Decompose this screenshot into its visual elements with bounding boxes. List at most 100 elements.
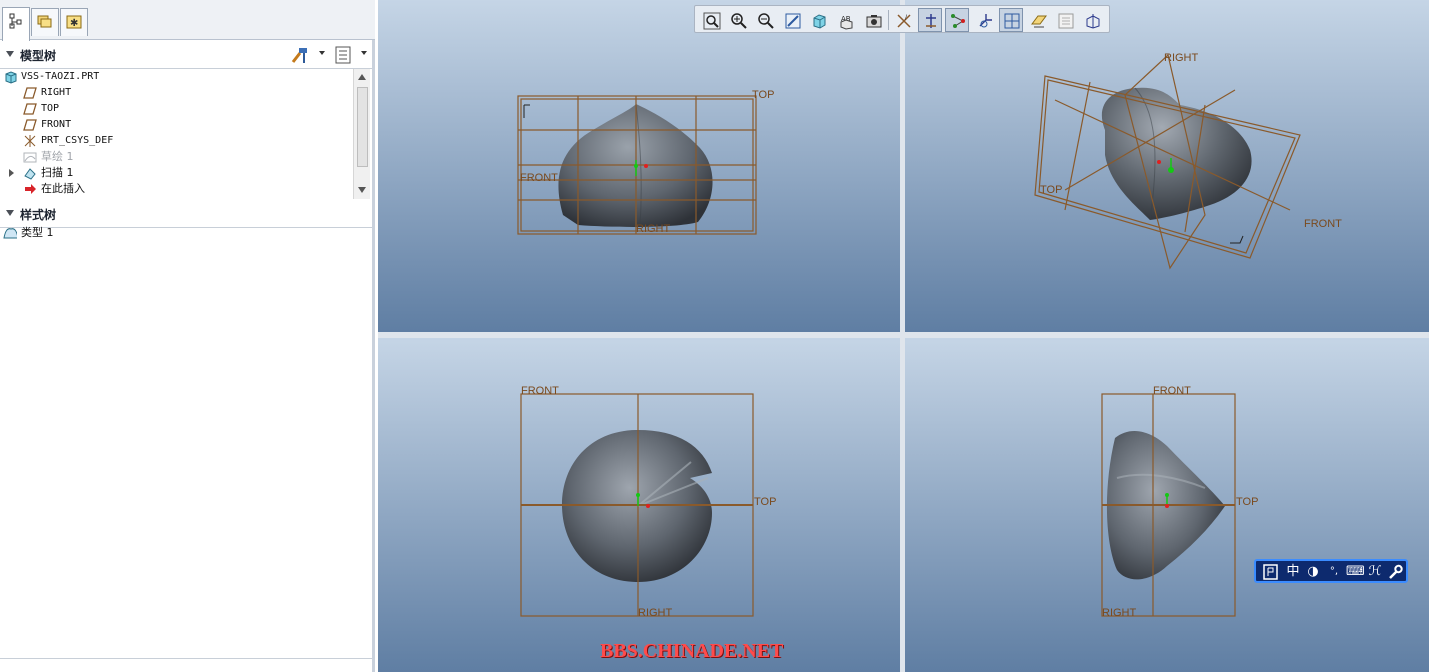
folders-icon <box>37 15 52 28</box>
orientation-axes-icon <box>523 104 530 118</box>
panel-divider <box>0 658 372 659</box>
datum-label-right: RIGHT <box>1102 607 1137 619</box>
viewport-top[interactable]: FRONT TOP RIGHT <box>378 338 900 672</box>
ime-language-toggle[interactable]: 中 <box>1284 563 1302 581</box>
expand-arrow-icon[interactable] <box>9 169 14 177</box>
navigator-tabs: ✱ <box>0 0 375 41</box>
model-tree-scrollbar[interactable] <box>353 69 370 199</box>
datum-planes-button[interactable]: / <box>891 8 915 32</box>
datum-label-front: FRONT <box>1153 385 1191 397</box>
datum-planes-display-icon: / <box>897 14 911 28</box>
datum-plane-icon <box>23 87 37 99</box>
orientation-axes-icon <box>1230 235 1244 244</box>
datum-label-front: FRONT <box>1304 218 1342 230</box>
style-tree-header[interactable]: 样式树 <box>0 200 372 228</box>
tree-item-insert-here[interactable]: 在此插入 <box>0 181 353 197</box>
svg-text:✱: ✱ <box>70 18 78 29</box>
layers-button[interactable] <box>1053 8 1077 32</box>
collapse-triangle-icon[interactable] <box>6 210 14 216</box>
datum-points-display-icon <box>951 14 965 28</box>
tree-item-front-plane[interactable]: FRONT <box>0 117 353 133</box>
datum-axes-button[interactable] <box>918 8 942 32</box>
sketch-icon <box>23 152 37 163</box>
datum-label-right: RIGHT <box>638 607 673 619</box>
show-options-icon[interactable] <box>335 45 353 65</box>
scroll-down-arrow-icon[interactable] <box>358 187 366 193</box>
peach-model-isometric <box>1101 87 1252 220</box>
repaint-button[interactable] <box>780 8 804 32</box>
saved-views-button[interactable]: AB <box>834 8 858 32</box>
spin-center-button[interactable] <box>999 8 1023 32</box>
datum-label-top: TOP <box>1236 496 1258 508</box>
style-tree-title: 样式树 <box>20 208 57 222</box>
datum-label-top: TOP <box>1040 184 1062 196</box>
display-style-button[interactable] <box>807 8 831 32</box>
tree-item-sweep[interactable]: 扫描 1 <box>0 165 353 181</box>
ime-punctuation-icon[interactable]: °, <box>1324 563 1344 581</box>
datum-plane-icon <box>23 103 37 115</box>
refit-button[interactable] <box>699 8 723 32</box>
model-tree-tab[interactable] <box>2 7 30 41</box>
view-manager-button[interactable] <box>861 8 885 32</box>
tree-item-part[interactable]: VSS-TAOZI.PRT <box>0 69 353 85</box>
folder-browser-tab[interactable] <box>31 8 59 36</box>
datum-planes-top <box>520 393 754 617</box>
collapse-triangle-icon[interactable] <box>6 51 14 57</box>
shaded-cube-icon <box>813 14 826 29</box>
csys-display-button[interactable] <box>972 8 996 32</box>
tree-structure-icon <box>9 13 22 29</box>
annotation-display-icon <box>1031 15 1047 28</box>
zoom-out-button[interactable] <box>753 8 777 32</box>
refit-icon <box>703 12 721 30</box>
csys-icon <box>24 135 36 147</box>
viewport-right[interactable]: FRONT TOP RIGHT <box>905 338 1429 672</box>
perspective-icon <box>1086 14 1100 29</box>
style-tree-item[interactable]: 类型 1 <box>0 225 353 241</box>
datum-points-button[interactable] <box>945 8 969 32</box>
model-tree-header[interactable]: 模型树 <box>0 41 372 69</box>
ime-skin-icon[interactable]: ℋ <box>1366 563 1384 581</box>
ime-settings-wrench-icon[interactable] <box>1386 563 1404 581</box>
favorites-icon: ✱ <box>66 15 82 29</box>
tree-item-right-plane[interactable]: RIGHT <box>0 85 353 101</box>
datum-label-top: TOP <box>754 496 776 508</box>
zoom-out-icon <box>758 13 774 29</box>
zoom-in-icon <box>731 13 747 29</box>
settings-dropdown-icon[interactable] <box>319 51 325 55</box>
repaint-icon <box>785 13 801 29</box>
datum-label-top: TOP <box>752 89 774 101</box>
view-manager-icon <box>866 15 882 28</box>
part-icon <box>5 71 17 84</box>
settings-tools-icon[interactable] <box>290 45 312 65</box>
ime-logo-icon[interactable] <box>1262 563 1280 581</box>
scroll-thumb[interactable] <box>357 87 368 167</box>
viewport-front[interactable]: TOP FRONT RIGHT <box>378 0 900 332</box>
saved-views-icon: AB <box>840 15 853 30</box>
spin-center-icon <box>1004 13 1020 29</box>
ime-keyboard-icon[interactable]: ⌨ <box>1346 563 1365 581</box>
insert-here-arrow-icon <box>25 184 36 194</box>
perspective-button[interactable] <box>1080 8 1104 32</box>
layers-icon <box>1058 13 1074 29</box>
tree-item-sketch[interactable]: 草绘 1 <box>0 149 353 165</box>
tree-item-csys[interactable]: PRT_CSYS_DEF <box>0 133 353 149</box>
viewport-isometric[interactable]: RIGHT TOP FRONT <box>905 0 1429 332</box>
ime-fullwidth-icon[interactable]: ◑ <box>1304 563 1322 581</box>
sweep-icon <box>24 168 36 180</box>
front-view-scene: TOP FRONT RIGHT <box>517 89 774 235</box>
datum-label-right: RIGHT <box>1164 52 1199 64</box>
view-toolbar: AB / <box>694 5 1110 33</box>
scroll-up-arrow-icon[interactable] <box>358 74 366 80</box>
favorites-tab[interactable]: ✱ <box>60 8 88 36</box>
navigator-panel: ✱ 模型树 VSS-TAOZI.PRT RIGHT TOP FRONT PRT_… <box>0 0 375 672</box>
csys-display-icon <box>979 14 992 28</box>
right-view-scene: FRONT TOP RIGHT <box>1101 385 1258 619</box>
datum-label-front: FRONT <box>521 385 559 397</box>
top-view-scene: FRONT TOP RIGHT <box>520 385 776 619</box>
show-dropdown-icon[interactable] <box>361 51 367 55</box>
model-tree-title: 模型树 <box>20 49 57 63</box>
zoom-in-button[interactable] <box>726 8 750 32</box>
annotation-display-button[interactable] <box>1026 8 1050 32</box>
tree-item-top-plane[interactable]: TOP <box>0 101 353 117</box>
model-tree: VSS-TAOZI.PRT RIGHT TOP FRONT PRT_CSYS_D… <box>0 69 353 199</box>
